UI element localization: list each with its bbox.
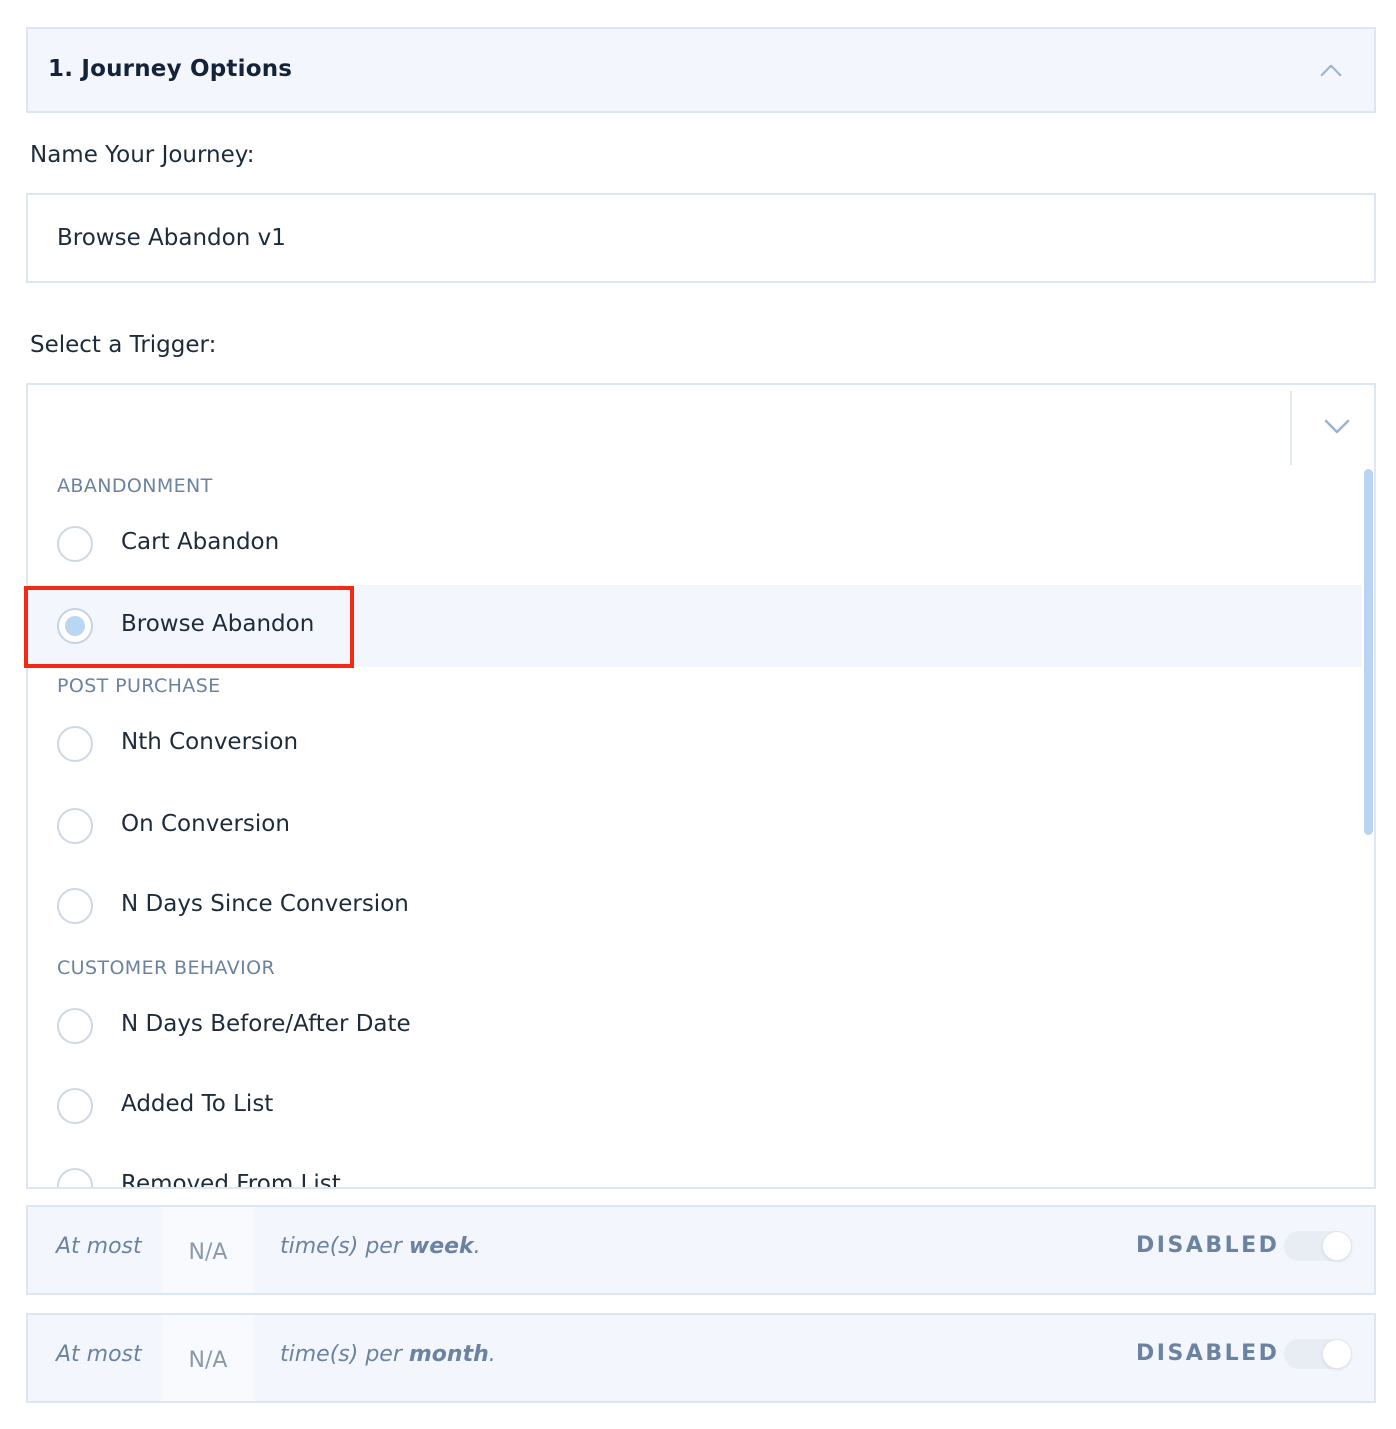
weekly-limit-input[interactable]: N/A	[162, 1207, 254, 1293]
group-label-abandonment: ABANDONMENT	[57, 475, 213, 497]
option-label: N Days Before/After Date	[121, 1011, 411, 1037]
option-label: N Days Since Conversion	[121, 891, 409, 917]
section-title: 1. Journey Options	[48, 56, 293, 82]
trigger-option-n-days-since-conversion[interactable]: N Days Since Conversion	[28, 865, 1362, 947]
limit-prefix: At most	[56, 1342, 142, 1367]
trigger-option-removed-from-list[interactable]: Removed From List	[28, 1145, 1362, 1189]
group-label-post-purchase: POST PURCHASE	[57, 675, 221, 697]
period-text: month	[408, 1342, 489, 1367]
trigger-label: Select a Trigger:	[30, 332, 217, 358]
radio-button[interactable]	[57, 1008, 93, 1044]
period-text: week	[408, 1234, 474, 1259]
option-label: On Conversion	[121, 811, 290, 837]
toggle-knob	[1322, 1339, 1352, 1369]
journey-name-label: Name Your Journey:	[30, 142, 255, 168]
chevron-down-icon[interactable]	[1324, 417, 1350, 437]
suffix-end: .	[473, 1234, 481, 1259]
limit-suffix: time(s) per week.	[280, 1234, 481, 1259]
option-label: Removed From List	[121, 1171, 341, 1189]
suffix-text: time(s) per	[280, 1342, 409, 1367]
suffix-text: time(s) per	[280, 1234, 409, 1259]
trigger-option-nth-conversion[interactable]: Nth Conversion	[28, 703, 1362, 785]
chevron-up-icon[interactable]	[1320, 59, 1342, 81]
trigger-option-n-days-before-after-date[interactable]: N Days Before/After Date	[28, 985, 1362, 1067]
scrollbar[interactable]	[1364, 469, 1373, 835]
status-label: DISABLED	[1136, 1341, 1280, 1366]
toggle-knob	[1322, 1231, 1352, 1261]
option-label: Cart Abandon	[121, 529, 280, 555]
status-label: DISABLED	[1136, 1233, 1280, 1258]
journey-name-input[interactable]	[26, 193, 1376, 283]
limit-prefix: At most	[56, 1234, 142, 1259]
highlight-box	[24, 586, 354, 668]
radio-button[interactable]	[57, 1168, 93, 1187]
weekly-limit-toggle[interactable]	[1284, 1231, 1352, 1261]
suffix-end: .	[488, 1342, 496, 1367]
journey-options-header[interactable]: 1. Journey Options	[26, 27, 1376, 113]
monthly-limit-toggle[interactable]	[1284, 1339, 1352, 1369]
select-divider	[1290, 391, 1292, 465]
group-label-customer-behavior: CUSTOMER BEHAVIOR	[57, 957, 276, 979]
radio-button[interactable]	[57, 1088, 93, 1124]
radio-button[interactable]	[57, 526, 93, 562]
trigger-select[interactable]: ABANDONMENT Cart Abandon Browse Abandon …	[26, 383, 1376, 1189]
monthly-limit-input[interactable]: N/A	[162, 1315, 254, 1401]
limit-suffix: time(s) per month.	[280, 1342, 496, 1367]
option-label: Nth Conversion	[121, 729, 299, 755]
radio-button[interactable]	[57, 726, 93, 762]
radio-button[interactable]	[57, 888, 93, 924]
trigger-option-cart-abandon[interactable]: Cart Abandon	[28, 503, 1362, 585]
weekly-limit-row: At most N/A time(s) per week. DISABLED	[26, 1205, 1376, 1295]
trigger-option-on-conversion[interactable]: On Conversion	[28, 785, 1362, 867]
monthly-limit-row: At most N/A time(s) per month. DISABLED	[26, 1313, 1376, 1403]
trigger-option-added-to-list[interactable]: Added To List	[28, 1065, 1362, 1147]
radio-button[interactable]	[57, 808, 93, 844]
option-label: Added To List	[121, 1091, 274, 1117]
